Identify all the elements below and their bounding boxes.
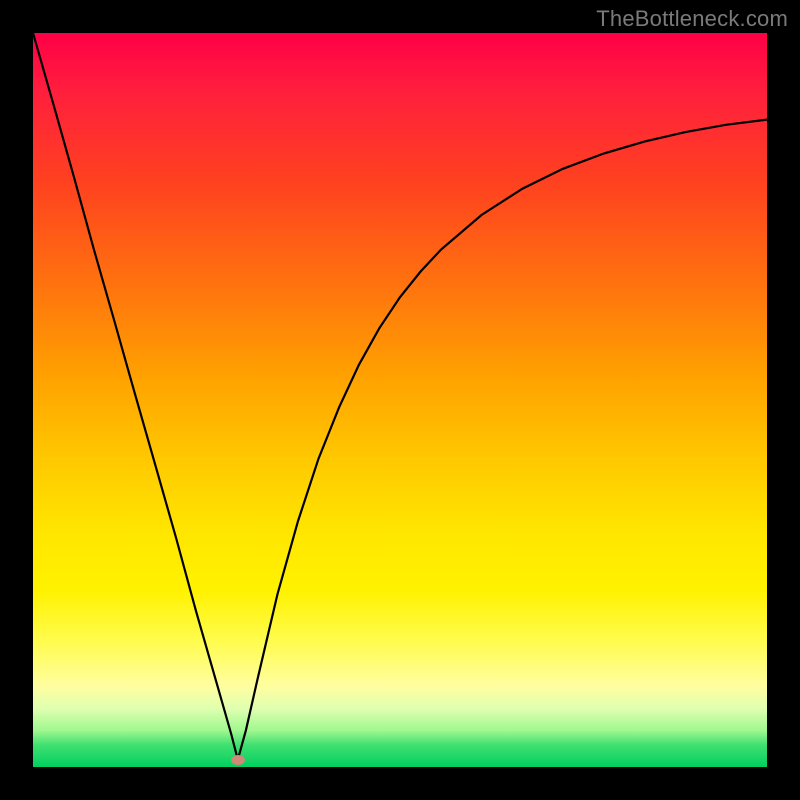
watermark-text: TheBottleneck.com xyxy=(596,6,788,32)
bottleneck-curve xyxy=(33,33,767,767)
min-marker xyxy=(231,755,245,765)
